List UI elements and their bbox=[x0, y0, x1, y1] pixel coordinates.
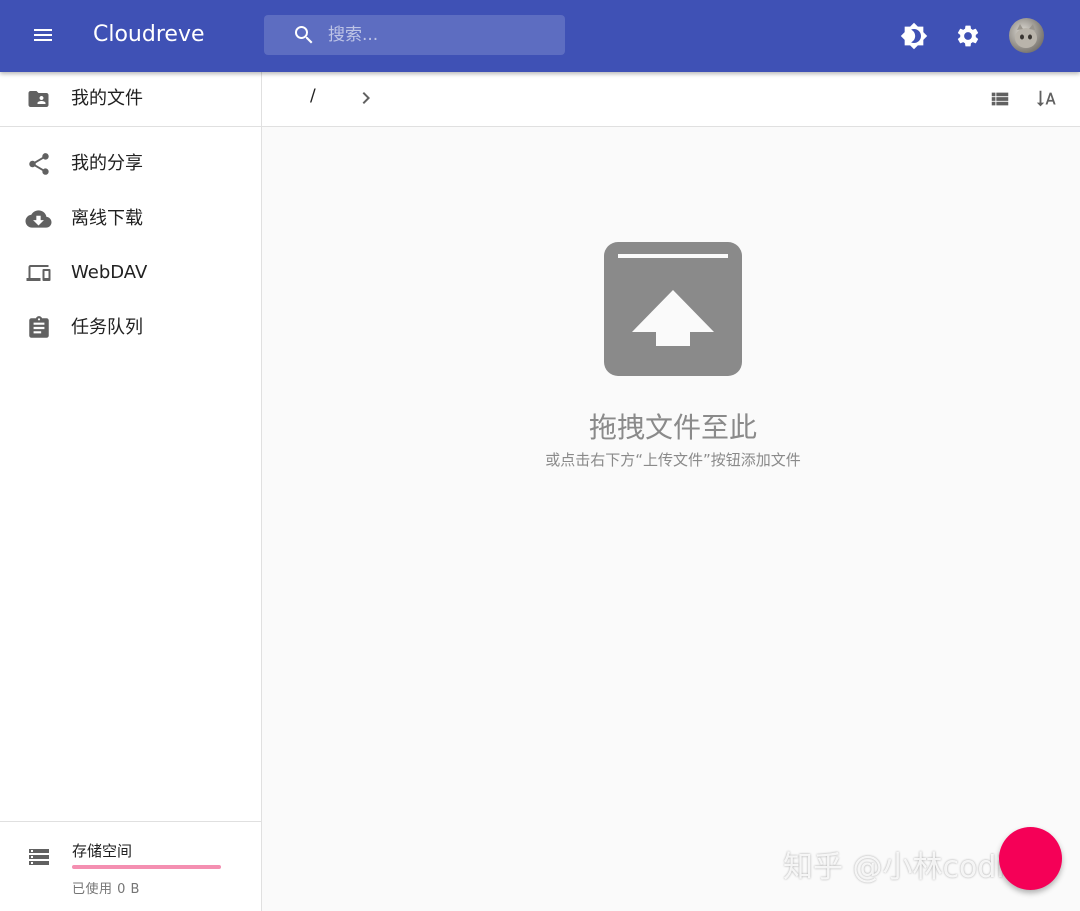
add-icon bbox=[1018, 846, 1044, 872]
app-bar: Cloudreve bbox=[0, 0, 1080, 72]
sidebar-item-offline-download[interactable]: 离线下载 bbox=[0, 192, 261, 246]
sidebar-divider bbox=[0, 126, 261, 127]
search-box[interactable] bbox=[264, 15, 565, 55]
user-avatar[interactable] bbox=[1009, 18, 1044, 53]
gear-icon bbox=[957, 25, 979, 47]
cloud-download-icon bbox=[25, 207, 52, 231]
file-toolbar: / bbox=[262, 72, 1080, 127]
upload-fab-button[interactable] bbox=[999, 827, 1062, 890]
search-input[interactable] bbox=[328, 15, 548, 55]
cat-avatar-icon bbox=[1015, 24, 1037, 48]
hamburger-menu-icon bbox=[34, 29, 52, 41]
breadcrumb-expand-button[interactable] bbox=[354, 86, 378, 114]
folder-account-icon bbox=[25, 87, 52, 111]
sidebar-item-webdav[interactable]: WebDAV bbox=[0, 246, 261, 300]
empty-state-subtitle: 或点击右下方“上传文件”按钮添加文件 bbox=[545, 451, 801, 469]
theme-toggle-button[interactable] bbox=[896, 18, 932, 54]
storage-title: 存储空间 bbox=[72, 842, 133, 860]
sort-button[interactable] bbox=[1032, 86, 1060, 112]
share-icon bbox=[25, 152, 52, 176]
app-title: Cloudreve bbox=[93, 22, 205, 47]
storage-icon bbox=[29, 849, 49, 865]
storage-used-text: 已使用 0 B bbox=[72, 882, 140, 897]
storage-panel: 存储空间 已使用 0 B bbox=[0, 821, 261, 911]
sidebar-item-label: WebDAV bbox=[71, 262, 148, 283]
clipboard-list-icon bbox=[25, 316, 52, 340]
sidebar-item-my-shares[interactable]: 我的分享 bbox=[0, 137, 261, 191]
search-icon bbox=[295, 26, 313, 44]
upload-archive-icon bbox=[604, 242, 742, 376]
settings-button[interactable] bbox=[950, 18, 986, 54]
view-mode-button[interactable] bbox=[986, 86, 1014, 112]
sidebar: 我的文件 我的分享 离线下载 WebDAV 任务队列 存储空间 已使用 0 B bbox=[0, 72, 262, 911]
breadcrumb-root[interactable]: / bbox=[310, 86, 316, 106]
menu-button[interactable] bbox=[24, 16, 62, 54]
sidebar-item-label: 离线下载 bbox=[71, 208, 143, 229]
view-list-icon bbox=[991, 92, 1009, 106]
sidebar-item-my-files[interactable]: 我的文件 bbox=[0, 72, 261, 126]
sidebar-item-label: 我的文件 bbox=[71, 88, 143, 109]
storage-progress-bar bbox=[72, 865, 221, 869]
chevron-right-icon bbox=[362, 92, 370, 104]
empty-state-title: 拖拽文件至此 bbox=[588, 411, 757, 444]
sidebar-item-task-queue[interactable]: 任务队列 bbox=[0, 301, 261, 355]
brightness-icon bbox=[900, 22, 928, 50]
sidebar-item-label: 任务队列 bbox=[71, 317, 143, 338]
devices-icon bbox=[25, 261, 52, 285]
sidebar-item-label: 我的分享 bbox=[71, 153, 143, 174]
sort-alphabetical-icon bbox=[1036, 90, 1056, 107]
